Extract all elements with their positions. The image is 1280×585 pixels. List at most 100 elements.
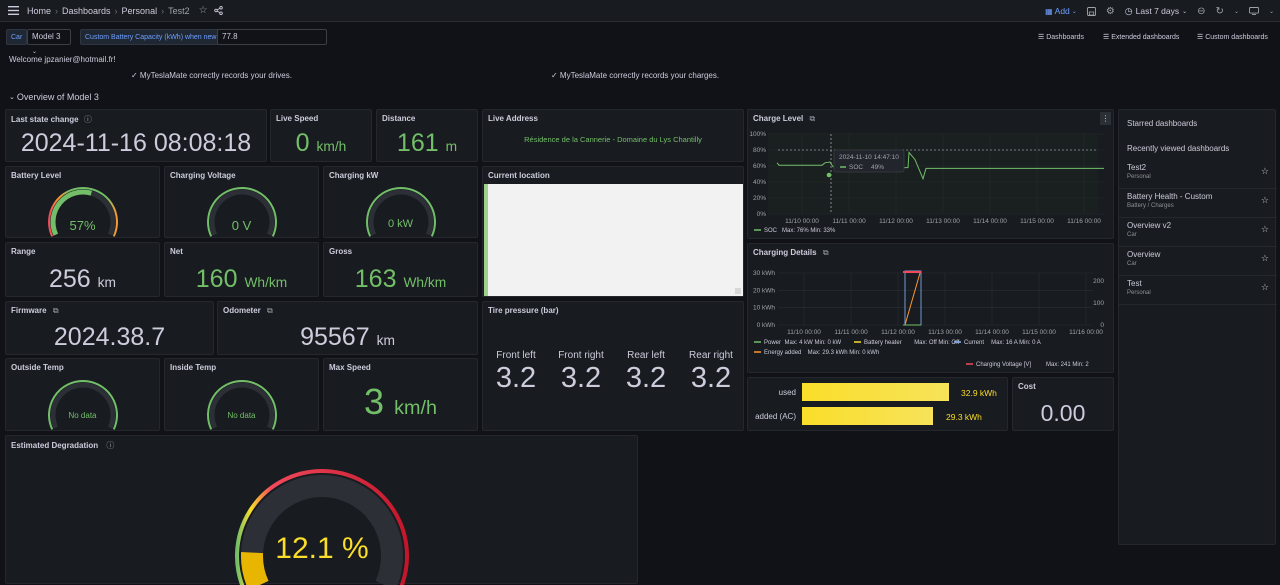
degradation-value: 12.1 %: [275, 532, 369, 565]
recent-item-folder: Car: [1127, 232, 1137, 238]
panel-title: Tire pressure (bar): [488, 306, 559, 315]
firmware-value: 2024.38.7: [53, 323, 166, 351]
legend-item[interactable]: Energy added: [764, 350, 801, 356]
recent-item[interactable]: Overview Car ☆: [1119, 247, 1277, 276]
energy-added-line: [904, 272, 921, 326]
legend-item[interactable]: Charging Voltage [V]: [976, 362, 1031, 368]
y-tick-label: 80%: [753, 147, 766, 154]
tv-mode-icon[interactable]: [1249, 7, 1259, 15]
recent-item-title[interactable]: Test2: [1127, 163, 1146, 172]
panel-title: Gross: [329, 247, 353, 256]
breadcrumb-dashboards[interactable]: Dashboards: [62, 6, 111, 16]
recent-item-folder: Personal: [1127, 174, 1151, 180]
charge-level-panel: Charge Level ⧉ ⋮ 100% 80% 60% 40% 20% 0% 11/1…: [747, 109, 1114, 239]
tire-rear-left: Rear left 3.2: [613, 350, 679, 395]
row-header[interactable]: ⌄ Overview of Model 3: [9, 92, 99, 102]
legend-item[interactable]: Power: [764, 340, 781, 346]
dashboards-link-label: Dashboards: [1046, 34, 1084, 41]
star-icon[interactable]: ☆: [1261, 166, 1269, 177]
charging-details-chart[interactable]: 30 kWh 20 kWh 10 kWh 0 kWh 200 100 0 11/10 00…: [748, 244, 1115, 374]
max-speed-value: 3 km/h: [364, 381, 437, 422]
breadcrumb-home[interactable]: Home: [27, 6, 51, 16]
zoom-out-icon[interactable]: ⊖: [1197, 6, 1205, 17]
panel-title: Distance: [382, 114, 416, 123]
list-icon: ☰: [1038, 34, 1045, 41]
legend-item[interactable]: Battery heater: [864, 340, 902, 346]
x-tick-label: 11/11 00:00: [834, 329, 868, 336]
breadcrumb-current: Test2: [168, 5, 190, 16]
y-left-tick-label: 0 kWh: [757, 322, 776, 329]
car-select-value: Model 3: [32, 32, 61, 41]
star-icon[interactable]: ☆: [1261, 195, 1269, 206]
breadcrumb-personal[interactable]: Personal: [122, 6, 158, 16]
car-select[interactable]: Model 3 ⌄: [27, 29, 71, 55]
refresh-icon[interactable]: ↻: [1216, 6, 1224, 17]
outside-temp-panel: Outside Temp No data: [5, 358, 160, 431]
x-tick-label: 11/14 00:00: [973, 218, 1007, 225]
y-tick-label: 60%: [753, 163, 766, 170]
recent-item-title[interactable]: Battery Health - Custom: [1127, 192, 1212, 201]
recent-item-folder: Car: [1127, 261, 1137, 267]
star-icon[interactable]: ☆: [1261, 282, 1269, 293]
star-icon[interactable]: ☆: [199, 5, 208, 16]
cost-panel: Cost 0.00: [1012, 377, 1114, 431]
menu-icon[interactable]: [7, 6, 19, 15]
share-icon[interactable]: [213, 6, 223, 15]
gross-value: 163 Wh/km: [354, 265, 447, 293]
capacity-input[interactable]: 77.8: [217, 29, 327, 45]
x-tick-label: 11/15 00:00: [1020, 218, 1054, 225]
estimated-degradation-panel: Estimated Degradation ⓘ 12.1 %: [5, 435, 638, 585]
save-icon[interactable]: [1086, 6, 1096, 16]
star-icon[interactable]: ☆: [1261, 224, 1269, 235]
energy-bars-panel: used 32.9 kWh added (AC) 29.3 kWh: [747, 377, 1008, 431]
y-tick-label: 40%: [753, 179, 766, 186]
extended-link-label: Extended dashboards: [1111, 34, 1180, 41]
range-value: 256 km: [48, 265, 116, 293]
list-icon: ☰: [1197, 34, 1204, 41]
drives-notice: ✓ MyTeslaMate correctly records your dri…: [131, 71, 292, 80]
y-tick-label: 100%: [749, 131, 766, 138]
used-label: used: [778, 388, 796, 397]
tire-value: 3.2: [560, 362, 602, 394]
chevron-down-icon[interactable]: ⌄: [1269, 8, 1274, 15]
custom-link-label: Custom dashboards: [1205, 34, 1268, 41]
row-title: Overview of Model 3: [16, 92, 99, 102]
tire-label: Front left: [496, 350, 536, 361]
panel-title: Live Speed: [276, 114, 319, 123]
tire-value: 3.2: [495, 362, 537, 394]
external-link-icon[interactable]: ⧉: [53, 306, 59, 315]
x-tick-label: 11/10 00:00: [785, 218, 819, 225]
legend-item[interactable]: Current: [964, 340, 984, 346]
list-icon: ☰: [1103, 34, 1110, 41]
live-address-value: Résidence de la Cannerie - Domaine du Ly…: [524, 135, 702, 144]
panel-title: Current location: [488, 171, 550, 180]
chevron-down-icon: ⌄: [1071, 8, 1077, 15]
star-icon[interactable]: ☆: [1261, 253, 1269, 264]
info-icon[interactable]: ⓘ: [84, 115, 92, 124]
recent-item-title[interactable]: Overview: [1127, 250, 1160, 259]
gear-icon[interactable]: ⚙: [1106, 6, 1115, 17]
recent-item[interactable]: Battery Health - Custom Battery / Charge…: [1119, 189, 1277, 218]
recent-item[interactable]: Test2 Personal ☆: [1119, 160, 1277, 189]
recent-item-title[interactable]: Test: [1127, 279, 1142, 288]
legend-soc-stats: Max: 76% Min: 33%: [782, 228, 836, 234]
outside-temp-gauge: [48, 380, 118, 430]
added-label: added (AC): [755, 412, 796, 421]
chevron-down-icon[interactable]: ⌄: [1234, 8, 1239, 15]
recent-item[interactable]: Test Personal ☆: [1119, 276, 1277, 305]
legend-soc[interactable]: SOC: [764, 228, 778, 234]
battery-level-panel: Battery Level 57%: [5, 166, 160, 238]
time-picker-button[interactable]: ◷ Last 7 days ⌄: [1125, 6, 1187, 17]
tire-label: Rear left: [627, 350, 665, 361]
dashboards-link[interactable]: ☰ Dashboards: [1038, 33, 1084, 41]
external-link-icon[interactable]: ⧉: [267, 306, 273, 315]
add-button[interactable]: ▦ Add ⌄: [1045, 6, 1077, 16]
map-view[interactable]: [484, 184, 743, 296]
charge-level-chart[interactable]: 100% 80% 60% 40% 20% 0% 11/10 00:00 11/11 00:0…: [748, 110, 1115, 240]
custom-dashboards-link[interactable]: ☰ Custom dashboards: [1197, 33, 1268, 41]
recent-item[interactable]: Overview v2 Car ☆: [1119, 218, 1277, 247]
recent-item-title[interactable]: Overview v2: [1127, 221, 1171, 230]
extended-dashboards-link[interactable]: ☰ Extended dashboards: [1103, 33, 1179, 41]
tire-front-right: Front right 3.2: [547, 350, 615, 395]
legend-stats: Max: 29.3 kWh Min: 0 kWh: [808, 350, 880, 356]
